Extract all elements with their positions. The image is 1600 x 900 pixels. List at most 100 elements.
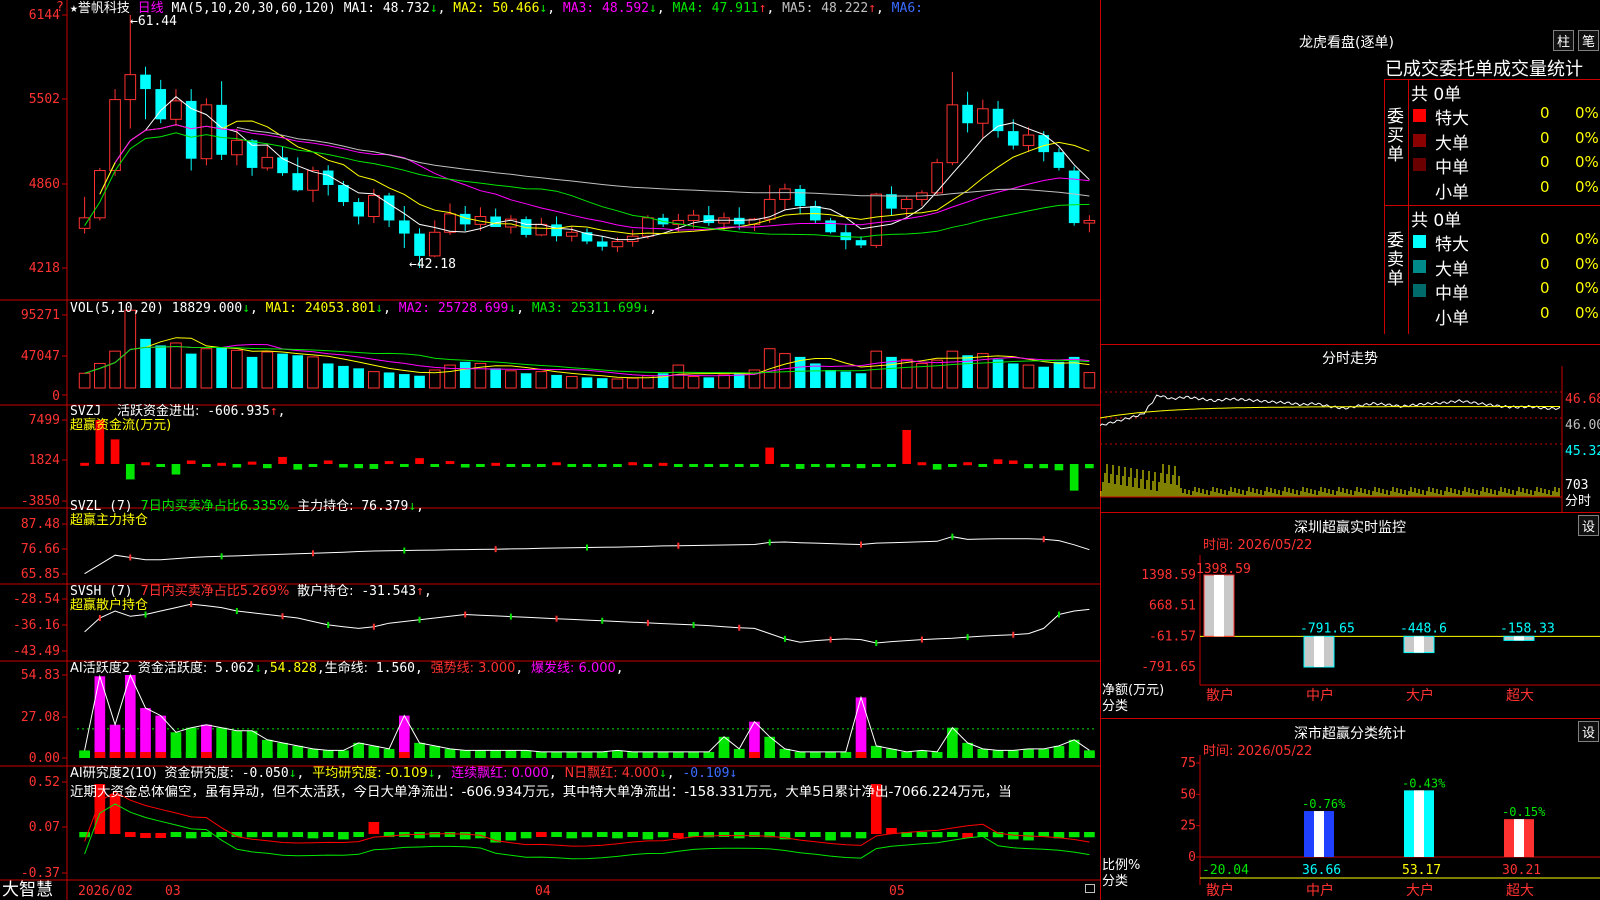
activity-base [1084, 752, 1095, 758]
activity-base [475, 752, 486, 758]
candle-body [292, 173, 304, 191]
activity-base [201, 752, 212, 758]
monitor-bar-value: -158.33 [1500, 621, 1555, 636]
activity-base [307, 752, 319, 758]
lock-icon[interactable] [1085, 884, 1095, 893]
main-position-tick [129, 554, 132, 561]
candle-body [261, 156, 274, 169]
main-chart-area[interactable] [0, 0, 1100, 900]
ai1-burst-line: 爆发线: 6.000 [531, 661, 616, 676]
retail-position-tick [692, 621, 695, 628]
brand-label: 大智慧 [2, 880, 53, 900]
sz-class-ylabel: 比例% [1102, 858, 1141, 873]
fund-flow-bar [141, 462, 150, 466]
volume-bar [611, 378, 624, 389]
fund-flow-bar [674, 464, 683, 467]
research-bar [185, 832, 197, 839]
svsh-value: -31.543 [361, 584, 417, 599]
fund-flow-bar [902, 429, 912, 464]
retail-position-tick [646, 619, 649, 626]
research-bar [825, 832, 836, 841]
svsh-label: 散户持仓: [297, 584, 354, 599]
volume-bar [703, 377, 715, 388]
activity-base [429, 752, 441, 758]
activity-base [353, 752, 364, 758]
activity-bar [140, 708, 151, 758]
sz-class-settings-button[interactable]: 设 [1578, 721, 1600, 742]
fund-flow-bar [217, 462, 226, 466]
volume-bar [825, 369, 836, 388]
ma-arrow: ↑ [868, 1, 877, 16]
activity-base [459, 752, 471, 758]
activity-base [931, 752, 943, 758]
fund-flow-bar [826, 464, 835, 468]
volume-bar [459, 361, 471, 388]
activity-bar [155, 715, 167, 758]
activity-base [581, 752, 593, 758]
order-size-pct: 0% [1575, 177, 1599, 196]
candle-body [976, 108, 989, 124]
intraday-chart[interactable] [1100, 366, 1600, 512]
main-position-tick [951, 533, 954, 540]
candle-body [140, 74, 151, 90]
svzj-subtitle: 超赢资金流(万元) [70, 418, 172, 433]
retail-position-tick [555, 615, 558, 622]
sz-monitor-settings-button[interactable]: 设 [1578, 515, 1600, 536]
order-size-pct: 0% [1575, 104, 1599, 122]
column-view-button[interactable]: 柱 [1553, 30, 1575, 51]
volume-bar [551, 374, 562, 388]
fund-flow-bar [339, 464, 348, 468]
sz-monitor-ylabel: 净额(万元) [1102, 683, 1165, 698]
order-size-swatch [1413, 259, 1426, 273]
retail-position-tick [1057, 611, 1060, 618]
volume-bar [277, 353, 288, 388]
main-position-tick [586, 544, 588, 551]
research-bar [840, 832, 852, 838]
retail-position-tick [327, 621, 330, 628]
vol-ma-sep: , [649, 301, 658, 316]
fund-flow-bar [506, 464, 516, 467]
main-position-tick [311, 550, 314, 557]
research-bar [520, 832, 532, 839]
fund-flow-bar [445, 461, 455, 465]
research-bar [612, 832, 623, 839]
candle-body [825, 220, 836, 233]
class-axis-label: 25 [1180, 819, 1196, 834]
monitor-bar-highlight [1514, 636, 1524, 641]
activity-base [657, 752, 669, 758]
fund-flow-bar [856, 464, 866, 469]
order-size-swatch [1413, 158, 1426, 171]
volume-bar [962, 355, 973, 388]
candle-body [565, 231, 578, 237]
svzj-axis-label: 7499 [28, 413, 60, 428]
stock-name: 誉帆科技 [77, 1, 130, 16]
candle-body [733, 217, 745, 225]
svzl-subtitle: 超赢主力持仓 [70, 513, 149, 528]
volume-bar [596, 378, 608, 388]
retail-position-tick [966, 634, 969, 641]
vol-ma-value: 24053.801 [297, 301, 376, 316]
activity-base [398, 752, 410, 758]
monitor-bar-highlight [1214, 575, 1224, 637]
monitor-category-label: 中户 [1306, 687, 1334, 704]
tick-view-button[interactable]: 笔 [1578, 30, 1600, 51]
volume-bar [78, 372, 91, 389]
volume-bar [900, 358, 913, 389]
price-panel-header: ★誉帆科技 日线 MA(5,10,20,30,60,120) MA1: 48.7… [70, 1, 923, 16]
ai2-title: AI研究度2(10) [70, 766, 157, 781]
vol-ma-arrow: ↓ [375, 301, 384, 316]
ai1-value: 5.062 [215, 661, 255, 676]
ma-label: MA5: [774, 1, 814, 16]
ai1-life-label: 生命线: [324, 661, 369, 676]
favorite-star-icon[interactable]: ★ [70, 1, 78, 16]
order-size-name: 大单 [1435, 133, 1469, 154]
volume-bar [261, 351, 274, 389]
vol-ma-value: 25311.699 [563, 301, 642, 316]
volume-bar [1068, 356, 1080, 388]
date-label-apr: 04 [535, 884, 551, 899]
order-size-count: 0 [1540, 303, 1550, 322]
order-size-count: 0 [1540, 230, 1550, 248]
monitor-bar-highlight [1314, 636, 1324, 667]
retail-position-tick [509, 613, 512, 620]
retail-position-tick [783, 635, 786, 642]
